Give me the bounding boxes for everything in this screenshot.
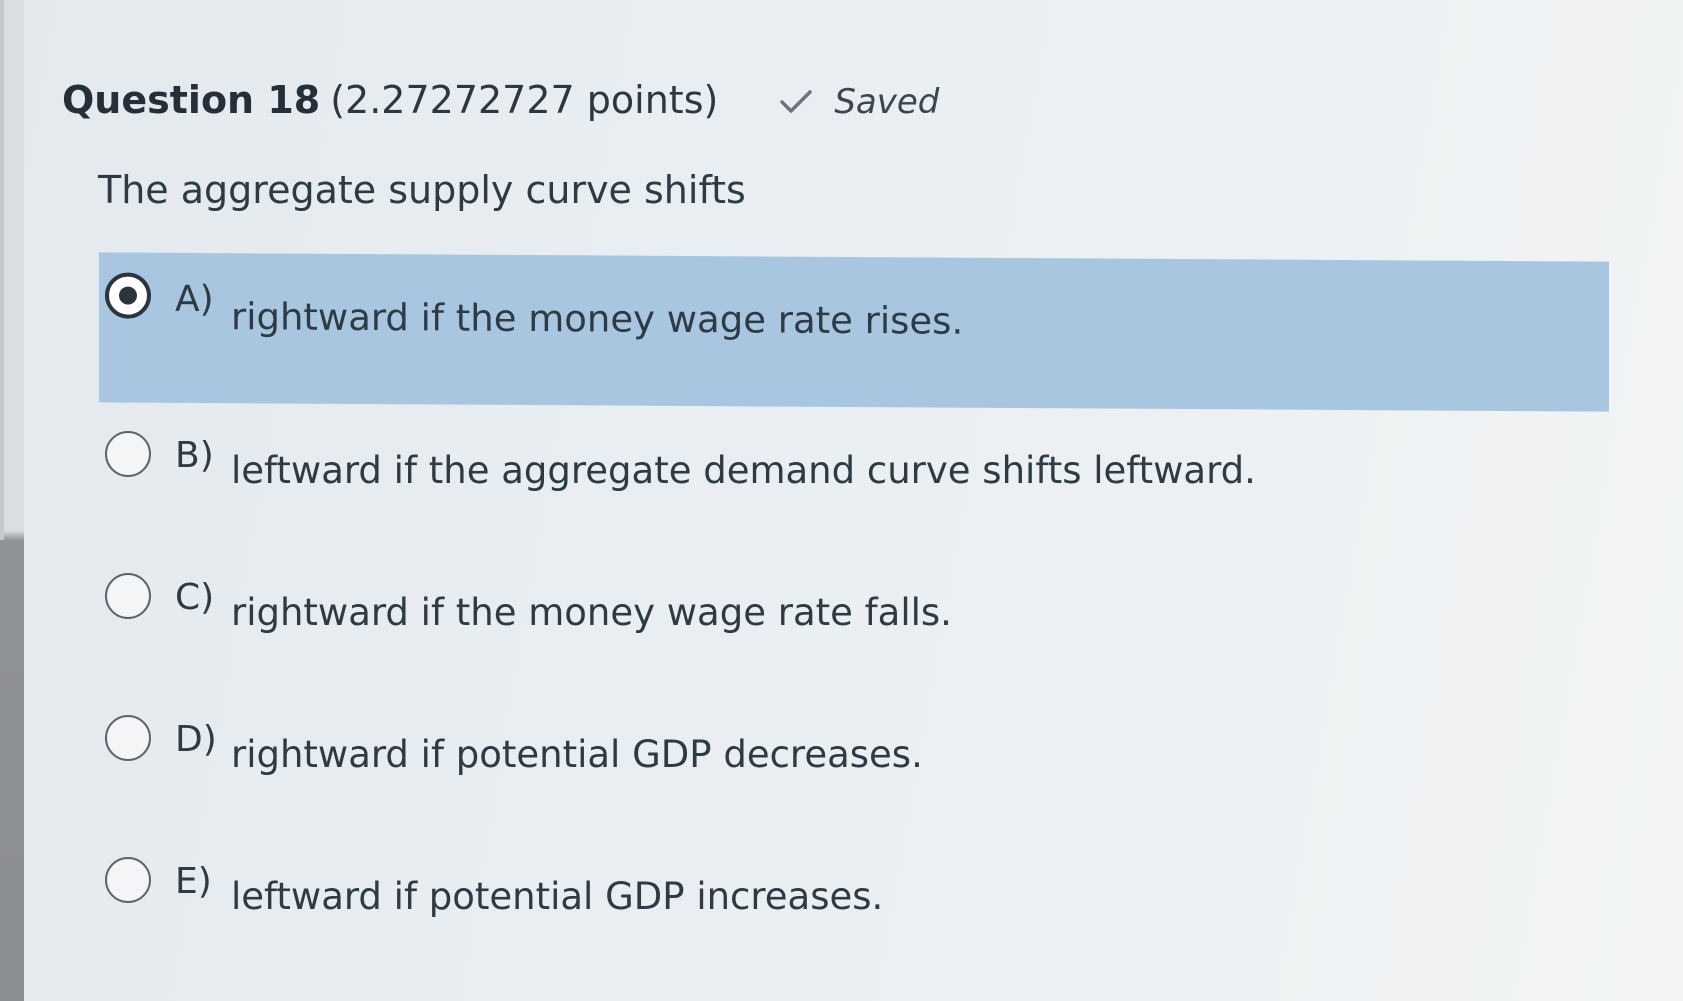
answer-text[interactable]: rightward if the money wage rate falls. (231, 591, 952, 634)
answer-option-a[interactable]: A) rightward if the money wage rate rise… (99, 252, 1609, 412)
left-edge-panel (0, 0, 24, 1001)
radio-button-a[interactable] (105, 272, 151, 319)
radio-button-c[interactable] (105, 573, 151, 619)
answer-letter: D) (175, 719, 217, 760)
answer-letter: E) (175, 861, 212, 902)
radio-button-e[interactable] (105, 857, 151, 903)
answer-letter: C) (175, 577, 215, 618)
answer-text[interactable]: rightward if the money wage rate rises. (231, 295, 963, 342)
answer-option-e[interactable]: E) leftward if potential GDP increases. (99, 843, 1609, 985)
question-points: (2.27272727 points) (330, 78, 719, 122)
answer-option-d[interactable]: D) rightward if potential GDP decreases. (99, 701, 1609, 843)
question-title: Question 18 (62, 78, 321, 122)
radio-selected-dot (119, 286, 137, 305)
question-prompt: The aggregate supply curve shifts (98, 168, 746, 212)
answer-text[interactable]: rightward if potential GDP decreases. (231, 733, 923, 776)
answer-letter: A) (175, 278, 214, 321)
radio-button-d[interactable] (105, 715, 151, 761)
answer-option-b[interactable]: B) leftward if the aggregate demand curv… (99, 417, 1609, 559)
check-icon (780, 90, 813, 113)
radio-button-b[interactable] (105, 431, 151, 477)
saved-status: Saved (778, 82, 939, 122)
saved-label: Saved (834, 82, 940, 122)
question-header: Question 18 (2.27272727 points) Saved (62, 78, 939, 122)
left-edge-strip (0, 0, 4, 540)
answer-option-c[interactable]: C) rightward if the money wage rate fall… (99, 559, 1609, 701)
answer-letter: B) (175, 435, 214, 476)
answer-text[interactable]: leftward if the aggregate demand curve s… (231, 449, 1256, 492)
answer-list: A) rightward if the money wage rate rise… (99, 252, 1609, 985)
answer-text[interactable]: leftward if potential GDP increases. (231, 875, 883, 918)
